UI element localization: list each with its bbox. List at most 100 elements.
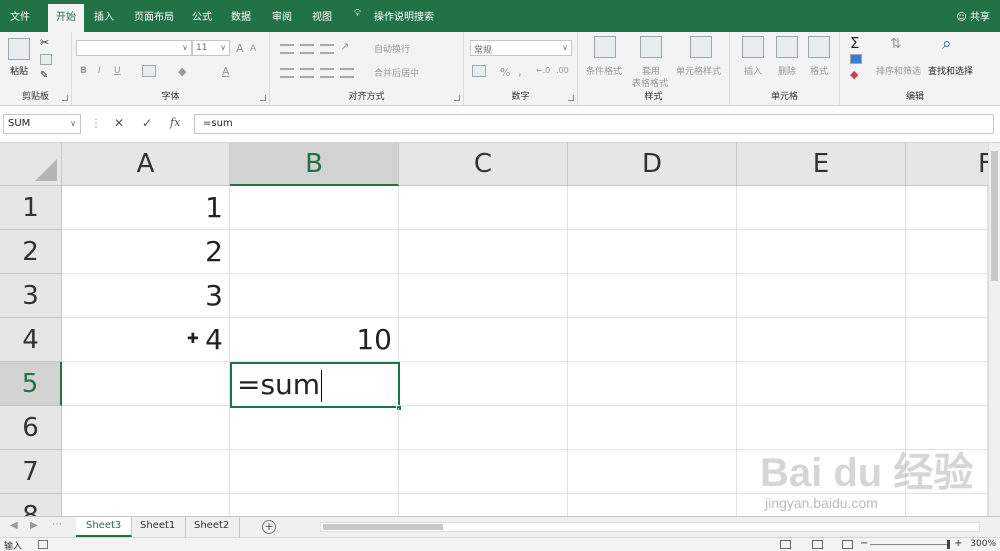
number-launcher-icon[interactable] [568,95,574,101]
delete-cells-button[interactable]: 删除 [778,64,796,77]
cell-d5[interactable] [568,362,737,406]
cell-c5[interactable] [400,362,568,406]
cell-d1[interactable] [568,186,737,230]
sheet-tab-sheet3[interactable]: Sheet3 [76,517,133,537]
cell-a3[interactable]: 3 [62,274,230,318]
cell-a8[interactable] [62,494,230,516]
name-box[interactable]: SUM ∨ [3,114,81,134]
cell-b4[interactable]: 10 [230,318,399,362]
cell-a2[interactable]: 2 [62,230,230,274]
cell-c8[interactable] [399,494,568,516]
conditional-format-icon[interactable] [594,36,616,58]
tab-review[interactable]: 审阅 [272,8,292,23]
font-name-select[interactable]: ∨ [76,40,192,56]
vertical-scroll-thumb[interactable] [991,151,998,281]
bold-button[interactable]: B [80,66,87,76]
align-left-icon[interactable] [280,68,294,78]
cell-d3[interactable] [568,274,737,318]
align-middle-icon[interactable] [300,44,314,54]
grow-font-button[interactable]: A [236,42,244,55]
row-header-8[interactable]: 8 [0,494,62,516]
cell-styles-button[interactable]: 单元格样式 [676,64,721,77]
column-header-a[interactable]: A [62,143,230,186]
align-top-icon[interactable] [280,44,294,54]
sheet-tab-sheet2[interactable]: Sheet2 [184,517,241,537]
clipboard-launcher-icon[interactable] [62,95,68,101]
cell-c6[interactable] [399,406,568,450]
cell-d8[interactable] [568,494,737,516]
find-select-button[interactable]: 查找和选择 [928,64,973,77]
delete-cells-icon[interactable] [776,36,798,58]
tab-insert[interactable]: 插入 [94,8,114,23]
paste-button[interactable]: 粘贴 [10,64,28,77]
cell-b1[interactable] [230,186,399,230]
row-header-6[interactable]: 6 [0,406,62,450]
format-cells-icon[interactable] [808,36,830,58]
format-painter-icon[interactable]: ✎ [40,70,48,81]
tab-home[interactable]: 开始 [48,4,84,32]
cell-a1[interactable]: 1 [62,186,230,230]
zoom-slider-knob[interactable] [947,540,950,549]
merge-center-button[interactable]: 合并后居中 [374,66,419,79]
shrink-font-button[interactable]: A [250,44,256,54]
paste-icon[interactable] [8,38,30,60]
sort-filter-icon[interactable]: ⇅ [890,36,902,52]
align-right-icon[interactable] [320,68,334,78]
cell-f2[interactable] [906,230,988,274]
decrease-indent-icon[interactable] [340,68,354,78]
cell-a7[interactable] [62,450,230,494]
insert-cells-icon[interactable] [742,36,764,58]
zoom-slider[interactable] [870,540,950,549]
align-center-icon[interactable] [300,68,314,78]
sheet-tab-sheet1[interactable]: Sheet1 [130,517,187,537]
zoom-in-icon[interactable]: + [954,538,962,549]
tab-page-layout[interactable]: 页面布局 [134,8,174,23]
cell-e5[interactable] [737,362,906,406]
align-bottom-icon[interactable] [320,44,334,54]
row-header-7[interactable]: 7 [0,450,62,494]
sheet-prev-icon[interactable]: ◀ [10,520,18,531]
italic-button[interactable]: I [98,66,101,76]
cell-b5-active[interactable]: =sum [230,362,400,408]
enter-button[interactable]: ✓ [142,116,152,130]
tab-formulas[interactable]: 公式 [192,8,212,23]
cell-f3[interactable] [906,274,988,318]
page-break-view-icon[interactable] [842,540,853,549]
cell-a5[interactable] [62,362,230,406]
sheet-more-icon[interactable]: ⋯ [52,519,62,530]
cell-a4[interactable]: 4 [62,318,230,362]
autosum-icon[interactable]: Σ [850,34,859,52]
copy-icon[interactable] [40,54,52,65]
cell-d6[interactable] [568,406,737,450]
cell-b7[interactable] [230,450,399,494]
cancel-button[interactable]: ✕ [114,116,124,130]
column-header-c[interactable]: C [399,143,568,186]
insert-cells-button[interactable]: 插入 [744,64,762,77]
currency-icon[interactable] [472,65,486,77]
orientation-icon[interactable]: ↗ [340,40,349,53]
cell-c7[interactable] [399,450,568,494]
cell-c4[interactable] [399,318,568,362]
number-format-select[interactable]: 常规 ∨ [470,40,572,56]
cell-c1[interactable] [399,186,568,230]
fill-color-icon[interactable]: ◆ [178,65,186,78]
clear-icon[interactable]: ◆ [850,68,858,81]
cell-b6[interactable] [230,408,399,450]
insert-function-button[interactable]: fx [170,116,180,129]
cell-e3[interactable] [737,274,906,318]
border-icon[interactable] [142,65,156,77]
cell-c3[interactable] [399,274,568,318]
cell-b8[interactable] [230,494,399,516]
font-launcher-icon[interactable] [260,95,266,101]
cell-f4[interactable] [906,318,988,362]
cell-b3[interactable] [230,274,399,318]
cell-d2[interactable] [568,230,737,274]
fill-icon[interactable] [850,54,862,64]
cell-e2[interactable] [737,230,906,274]
tab-file[interactable]: 文件 [10,8,30,23]
horizontal-scroll-thumb[interactable] [323,524,443,530]
cell-f1[interactable] [906,186,988,230]
cell-e1[interactable] [737,186,906,230]
zoom-level[interactable]: 300% [970,539,996,549]
formula-input[interactable]: =sum [194,114,994,134]
